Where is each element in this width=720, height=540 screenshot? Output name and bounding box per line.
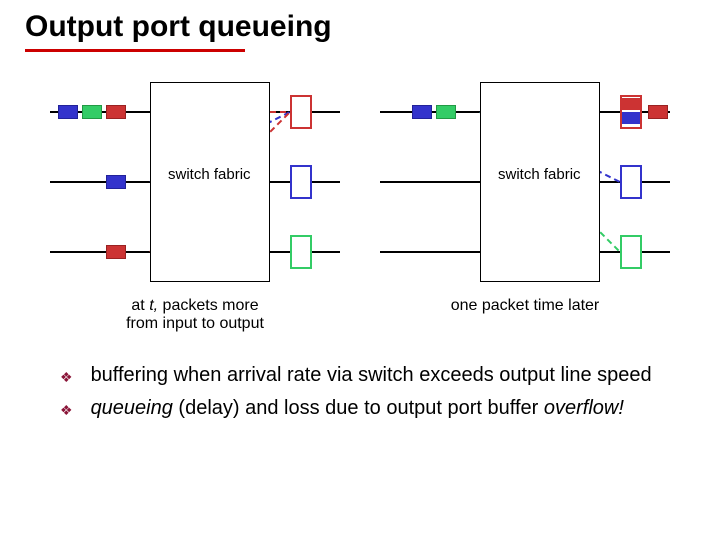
bullet-marker-icon: ❖ [60,369,73,387]
packet-red [106,105,126,119]
packet-blue [106,175,126,189]
bullet-text: queueing (delay) and loss due to output … [91,396,624,421]
page-title: Output port queueing [25,10,700,44]
bullet-item-2: ❖ queueing (delay) and loss due to outpu… [60,396,670,421]
packet-red-out [648,105,668,119]
queued-packet-blue [622,112,640,124]
diagram-left: switch fabric [50,82,340,282]
output-port-1 [290,95,312,129]
bullet-text: buffering when arrival rate via switch e… [91,363,652,388]
caption-row: at t, packets morefrom input to output o… [20,297,700,333]
fabric-label-left: switch fabric [168,167,251,184]
packet-red [106,245,126,259]
queued-packet-red [622,98,640,110]
bullet-list: ❖ buffering when arrival rate via switch… [20,363,700,421]
packet-blue [412,105,432,119]
output-port-2 [620,165,642,199]
output-port-3 [620,235,642,269]
title-underline [25,49,245,52]
packet-green [82,105,102,119]
diagram-right: switch fabric [380,82,670,282]
diagram-row: switch fabric switch fabric [20,82,700,282]
output-port-2 [290,165,312,199]
packet-green [436,105,456,119]
fabric-label-right: switch fabric [498,167,581,184]
caption-left: at t, packets morefrom input to output [65,297,325,333]
caption-right: one packet time later [395,297,655,333]
packet-blue [58,105,78,119]
bullet-item-1: ❖ buffering when arrival rate via switch… [60,363,670,388]
output-port-3 [290,235,312,269]
bullet-marker-icon: ❖ [60,402,73,420]
